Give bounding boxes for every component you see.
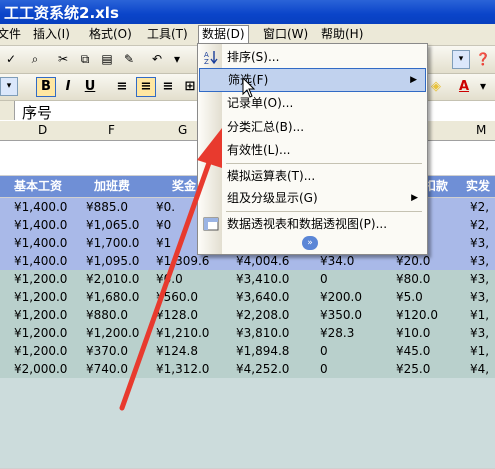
- empty-row[interactable]: [0, 432, 495, 451]
- annotation-arrow-head: [197, 128, 222, 168]
- empty-row[interactable]: [0, 450, 495, 469]
- mouse-cursor-icon: [242, 76, 256, 98]
- annotation-arrow-shaft: [119, 157, 213, 411]
- annotation-arrow: [119, 76, 256, 411]
- empty-row[interactable]: [0, 414, 495, 433]
